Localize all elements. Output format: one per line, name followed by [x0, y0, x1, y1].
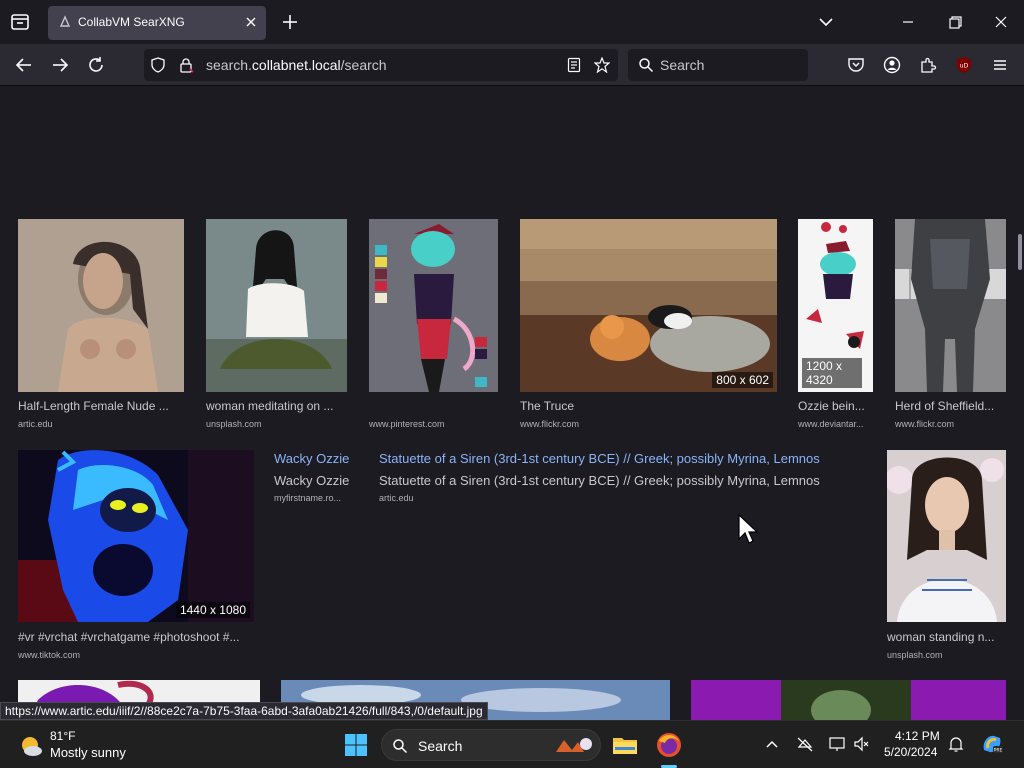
image-result-card[interactable]: Herd of Sheffield... www.flickr.com: [895, 219, 1006, 434]
navigation-toolbar: search.collabnet.local/search Search uD: [0, 44, 1024, 86]
result-title[interactable]: woman standing n...: [887, 630, 1006, 644]
image-thumbnail[interactable]: 1440 x 1080: [18, 450, 254, 622]
result-link-siren[interactable]: Statuette of a Siren (3rd-1st century BC…: [379, 451, 820, 466]
reload-icon[interactable]: [85, 54, 107, 76]
result-title[interactable]: Herd of Sheffield...: [895, 399, 1006, 413]
display-icon[interactable]: [828, 735, 846, 753]
image-result-card[interactable]: woman standing n... unsplash.com: [887, 450, 1006, 662]
bell-icon[interactable]: [947, 735, 965, 753]
link-status-url: https://www.artic.edu/iiif/2//88ce2c7a-7…: [0, 702, 488, 720]
clock-date[interactable]: 5/20/2024: [884, 745, 937, 759]
plus-icon[interactable]: [280, 12, 300, 32]
tab-title: CollabVM SearXNG: [78, 15, 185, 29]
page-content: Half-Length Female Nude ... artic.edu wo…: [0, 86, 1024, 720]
volume-muted-icon[interactable]: [852, 735, 870, 753]
file-explorer-icon[interactable]: [611, 731, 639, 759]
network-icon[interactable]: [796, 735, 814, 753]
chevron-down-icon[interactable]: [816, 12, 836, 32]
lock-icon[interactable]: [178, 57, 194, 73]
result-source: unsplash.com: [887, 650, 943, 660]
close-icon[interactable]: [244, 15, 258, 29]
result-source: www.flickr.com: [520, 419, 580, 429]
image-thumbnail[interactable]: [206, 219, 347, 392]
url-text: search.collabnet.local/search: [206, 57, 387, 73]
clock-time[interactable]: 4:12 PM: [895, 729, 940, 743]
title-bar: CollabVM SearXNG: [0, 0, 1024, 44]
taskbar-search-label: Search: [418, 738, 463, 754]
result-source: www.deviantar...: [798, 419, 864, 429]
image-thumbnail[interactable]: [895, 219, 1006, 392]
image-thumbnail[interactable]: 1200 x 4320: [798, 219, 873, 392]
result-source: artic.edu: [18, 419, 53, 429]
back-icon[interactable]: [13, 54, 35, 76]
image-thumbnail[interactable]: [18, 219, 184, 392]
taskbar-search[interactable]: Search: [381, 729, 601, 761]
weather-temperature[interactable]: 81°F: [50, 729, 75, 743]
firefox-icon[interactable]: [655, 731, 683, 759]
result-title[interactable]: Statuette of a Siren (3rd-1st century BC…: [379, 473, 849, 488]
image-thumbnail[interactable]: 800 x 602: [520, 219, 777, 392]
search-highlight-icon: [556, 738, 592, 752]
image-result-card[interactable]: [691, 680, 1006, 720]
result-title[interactable]: #vr #vrchat #vrchatgame #photoshoot #...: [18, 630, 256, 644]
result-title[interactable]: Ozzie bein...: [798, 399, 873, 413]
weather-description[interactable]: Mostly sunny: [50, 745, 126, 760]
result-source: www.tiktok.com: [18, 650, 81, 660]
window-close-icon[interactable]: [991, 12, 1011, 32]
image-result-card[interactable]: 800 x 602 The Truce www.flickr.com: [520, 219, 777, 434]
search-icon: [639, 58, 654, 73]
svg-text:PRE: PRE: [994, 748, 1003, 754]
ublock-icon[interactable]: uD: [955, 56, 973, 74]
result-source: www.flickr.com: [895, 419, 955, 429]
searxng-favicon-icon: [59, 15, 71, 27]
pocket-icon[interactable]: [847, 56, 865, 74]
forward-icon[interactable]: [49, 54, 71, 76]
result-title[interactable]: The Truce: [520, 399, 777, 413]
shield-icon[interactable]: [150, 57, 166, 73]
search-icon: [393, 739, 408, 754]
windows-start-icon[interactable]: [344, 733, 368, 757]
result-source: myfirstname.ro...: [274, 493, 342, 503]
browser-tab[interactable]: CollabVM SearXNG: [48, 6, 266, 40]
taskbar: 81°F Mostly sunny Search 4:12 PM 5/20/20…: [0, 720, 1024, 768]
search-bar[interactable]: Search: [628, 49, 808, 81]
result-title[interactable]: Half-Length Female Nude ...: [18, 399, 184, 413]
image-thumbnail[interactable]: [369, 219, 498, 392]
menu-icon[interactable]: [991, 56, 1009, 74]
mouse-cursor-icon: [738, 514, 758, 544]
result-title[interactable]: woman meditating on ...: [206, 399, 347, 413]
result-link-wacky-ozzie[interactable]: Wacky Ozzie: [274, 451, 349, 466]
image-thumbnail[interactable]: [887, 450, 1006, 622]
extensions-icon[interactable]: [919, 56, 937, 74]
result-source: unsplash.com: [206, 419, 262, 429]
image-result-card[interactable]: 1200 x 4320 Ozzie bein... www.deviantar.…: [798, 219, 873, 434]
image-result-card[interactable]: 1440 x 1080 #vr #vrchat #vrchatgame #pho…: [18, 450, 254, 662]
resolution-badge: 1200 x 4320: [802, 358, 862, 388]
image-result-card[interactable]: Half-Length Female Nude ... artic.edu: [18, 219, 184, 434]
result-source: artic.edu: [379, 493, 414, 503]
chevron-up-icon[interactable]: [763, 735, 781, 753]
image-result-card[interactable]: woman meditating on ... unsplash.com: [206, 219, 347, 434]
weather-icon[interactable]: [18, 733, 44, 759]
copilot-icon[interactable]: PRE: [980, 732, 1004, 756]
minimize-icon[interactable]: [898, 12, 918, 32]
resolution-badge: 1440 x 1080: [175, 602, 250, 618]
account-icon[interactable]: [883, 56, 901, 74]
search-placeholder: Search: [660, 57, 705, 73]
scrollbar-thumb[interactable]: [1018, 234, 1022, 270]
image-thumbnail[interactable]: [691, 680, 1006, 720]
resolution-badge: 800 x 602: [712, 372, 773, 388]
star-icon[interactable]: [594, 57, 610, 73]
restore-icon[interactable]: [945, 12, 965, 32]
svg-text:uD: uD: [960, 63, 969, 70]
result-title[interactable]: Wacky Ozzie: [274, 473, 358, 488]
image-result-card[interactable]: www.pinterest.com: [369, 219, 498, 434]
result-source: www.pinterest.com: [369, 419, 445, 429]
url-bar[interactable]: search.collabnet.local/search: [144, 49, 618, 81]
tab-list-icon[interactable]: [8, 10, 32, 34]
reader-icon[interactable]: [566, 57, 582, 73]
